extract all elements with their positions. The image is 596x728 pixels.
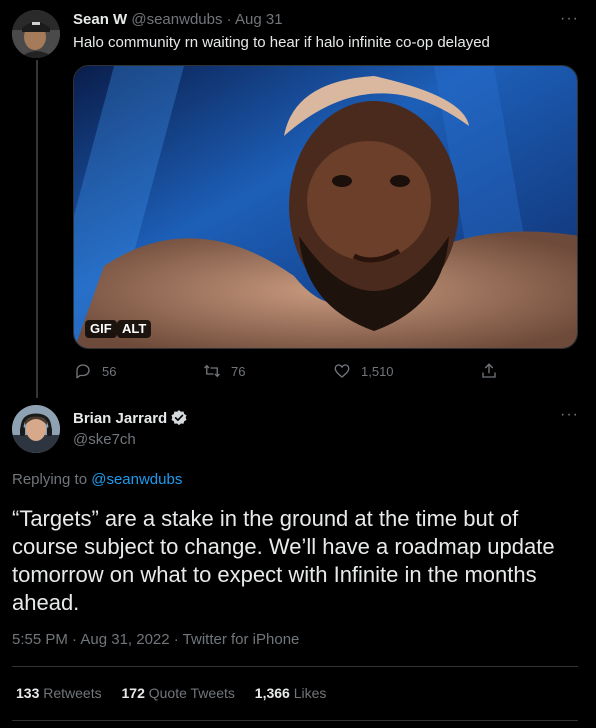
replying-to: Replying to @seanwdubs bbox=[12, 471, 182, 488]
likes-stat[interactable]: 1,366 Likes bbox=[255, 685, 327, 701]
reply-action[interactable]: 56 bbox=[74, 362, 116, 380]
like-action[interactable]: 1,510 bbox=[333, 362, 394, 380]
replying-to-label: Replying to bbox=[12, 471, 88, 488]
gif-badge: GIF bbox=[85, 320, 117, 338]
thread-connector bbox=[36, 60, 38, 398]
retweets-count: 133 bbox=[16, 685, 40, 701]
gif-image bbox=[74, 66, 577, 348]
main-tweet-header: Brian Jarrard bbox=[73, 409, 188, 427]
parent-tweet-date[interactable]: · Aug 31 bbox=[227, 11, 283, 28]
main-tweet-timestamp[interactable]: 5:55 PM · Aug 31, 2022 · Twitter for iPh… bbox=[12, 631, 299, 648]
heart-icon bbox=[334, 364, 350, 378]
avatar-sean-w[interactable] bbox=[12, 10, 60, 58]
parent-more-icon[interactable]: ··· bbox=[560, 10, 579, 28]
tweet-gif-media[interactable]: GIF ALT bbox=[73, 65, 578, 349]
retweet-icon bbox=[204, 364, 220, 378]
main-author-name[interactable]: Brian Jarrard bbox=[73, 410, 167, 427]
likes-label: Likes bbox=[293, 685, 327, 701]
share-action[interactable] bbox=[480, 362, 508, 380]
avatar-brian-jarrard-image bbox=[12, 405, 60, 453]
parent-tweet-text: Halo community rn waiting to hear if hal… bbox=[73, 34, 490, 51]
quotes-stat[interactable]: 172 Quote Tweets bbox=[122, 685, 235, 701]
parent-author-handle[interactable]: @seanwdubs bbox=[131, 11, 222, 28]
quotes-label: Quote Tweets bbox=[148, 685, 235, 701]
quotes-count: 172 bbox=[121, 685, 145, 701]
divider-bottom bbox=[12, 720, 578, 721]
share-icon bbox=[482, 363, 496, 378]
parent-author-name[interactable]: Sean W bbox=[73, 11, 127, 28]
reply-count: 56 bbox=[102, 363, 117, 379]
retweets-label: Retweets bbox=[43, 685, 102, 701]
main-more-icon[interactable]: ··· bbox=[560, 406, 579, 424]
verified-badge-icon bbox=[171, 410, 187, 426]
engagement-stats: 133 Retweets 172 Quote Tweets 1,366 Like… bbox=[16, 685, 342, 701]
retweet-action[interactable]: 76 bbox=[203, 362, 245, 380]
divider-top bbox=[12, 666, 578, 667]
like-count: 1,510 bbox=[361, 363, 394, 379]
avatar-brian-jarrard[interactable] bbox=[12, 405, 60, 453]
alt-badge[interactable]: ALT bbox=[117, 320, 152, 338]
reply-icon bbox=[76, 364, 90, 379]
replying-to-handle-link[interactable]: @seanwdubs bbox=[91, 471, 182, 488]
avatar-sean-w-image bbox=[12, 10, 60, 58]
main-tweet-text: “Targets” are a stake in the ground at t… bbox=[12, 506, 555, 615]
retweet-count: 76 bbox=[231, 363, 246, 379]
likes-count: 1,366 bbox=[254, 685, 290, 701]
parent-actions: 56 76 1,510 bbox=[0, 362, 596, 384]
retweets-stat[interactable]: 133 Retweets bbox=[16, 685, 102, 701]
main-author-handle[interactable]: @ske7ch bbox=[73, 431, 136, 448]
parent-tweet-header: Sean W @seanwdubs · Aug 31 bbox=[73, 11, 283, 28]
